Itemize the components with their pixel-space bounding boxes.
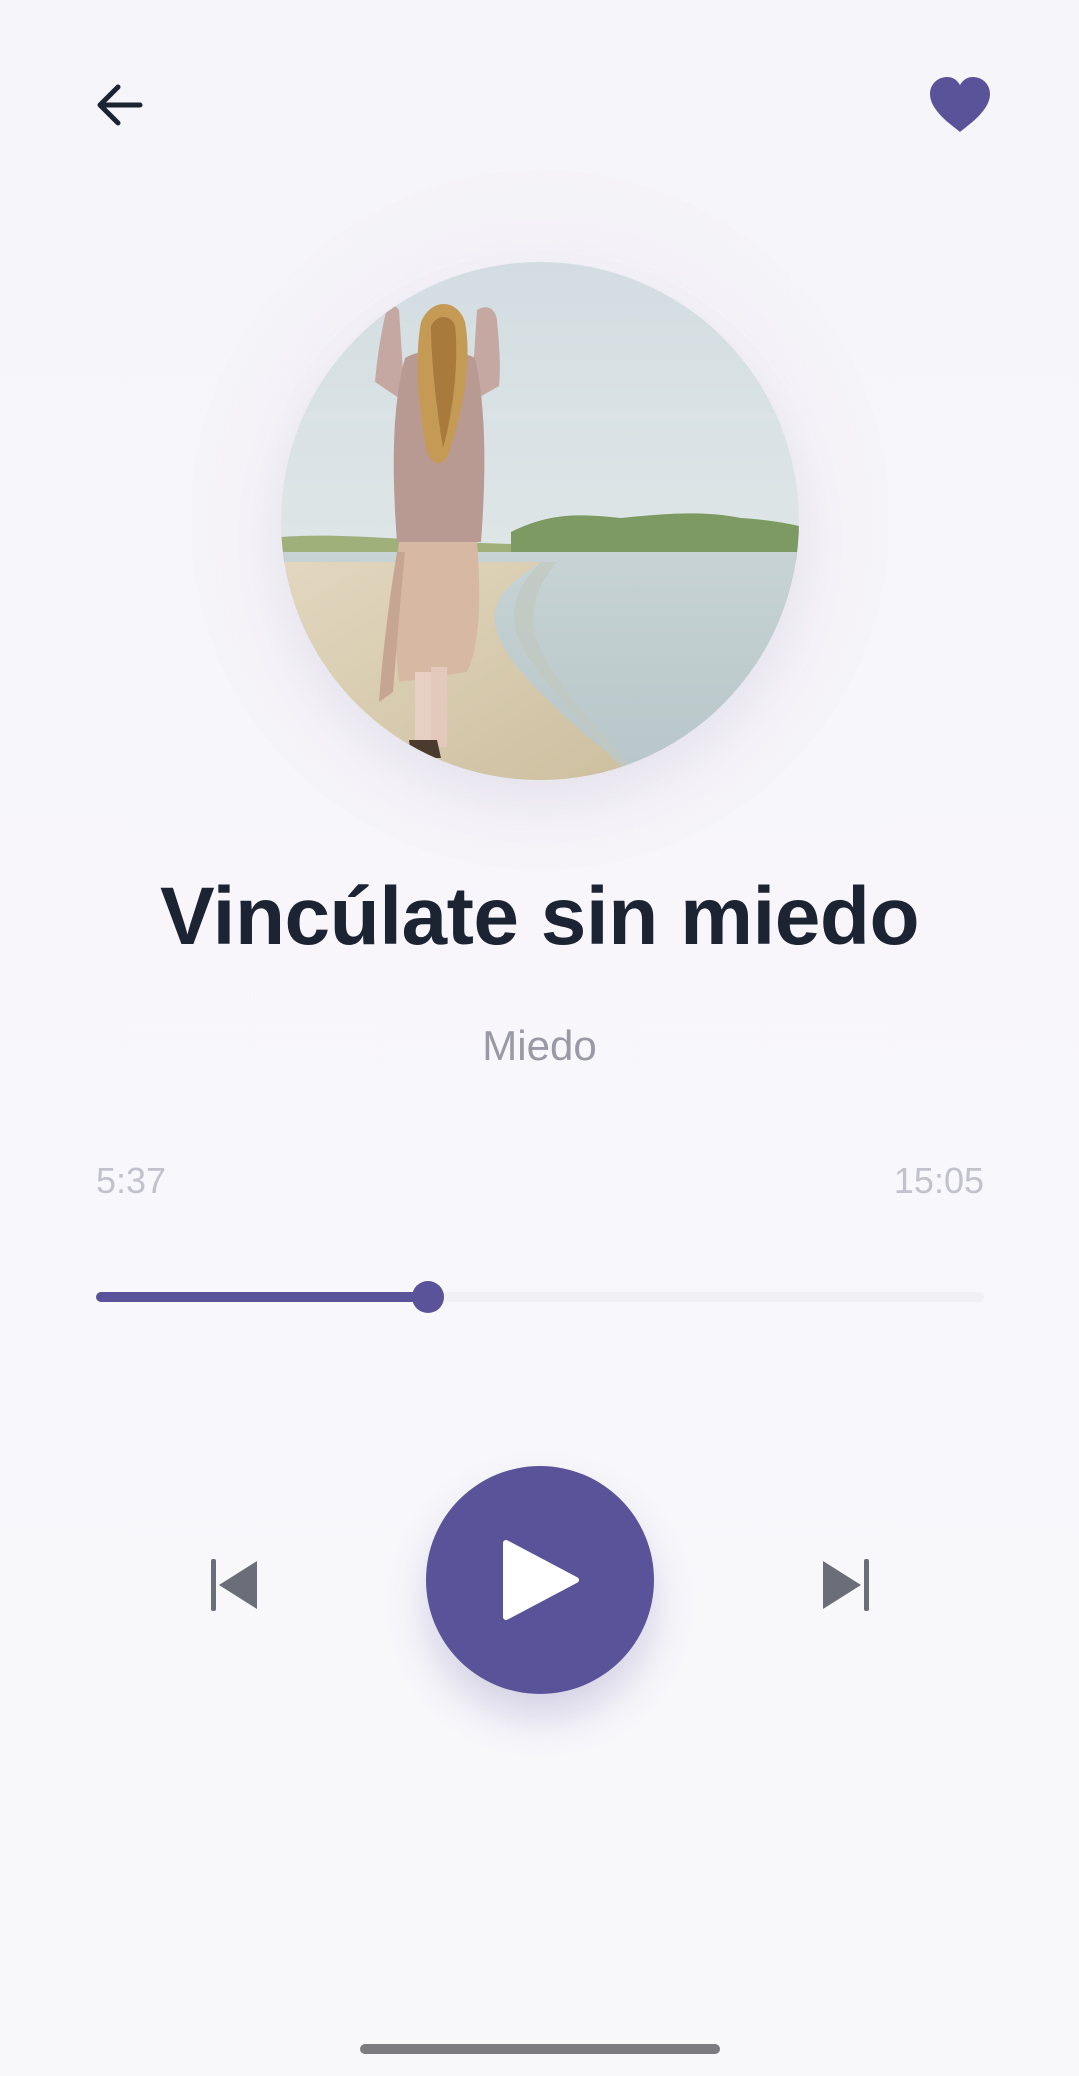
track-category: Miedo bbox=[482, 1022, 597, 1069]
arrow-left-icon bbox=[97, 84, 143, 126]
skip-next-icon bbox=[823, 1559, 869, 1611]
track-title: Vincúlate sin miedo bbox=[159, 871, 920, 962]
skip-previous-icon bbox=[211, 1559, 257, 1611]
heart-icon bbox=[930, 77, 990, 132]
next-button[interactable] bbox=[806, 1545, 886, 1625]
back-button[interactable] bbox=[80, 65, 160, 145]
playback-controls bbox=[0, 1440, 1079, 1740]
track-artwork bbox=[281, 262, 799, 780]
play-button[interactable] bbox=[426, 1466, 654, 1694]
elapsed-time: 5:37 bbox=[96, 1160, 167, 1201]
progress-fill bbox=[96, 1292, 429, 1302]
progress-slider[interactable] bbox=[96, 1281, 984, 1313]
favorite-button[interactable] bbox=[920, 65, 1000, 145]
home-indicator[interactable] bbox=[360, 2044, 720, 2054]
previous-button[interactable] bbox=[194, 1545, 274, 1625]
total-time: 15:05 bbox=[893, 1160, 984, 1201]
progress-thumb[interactable] bbox=[412, 1281, 445, 1313]
play-icon bbox=[503, 1540, 579, 1620]
